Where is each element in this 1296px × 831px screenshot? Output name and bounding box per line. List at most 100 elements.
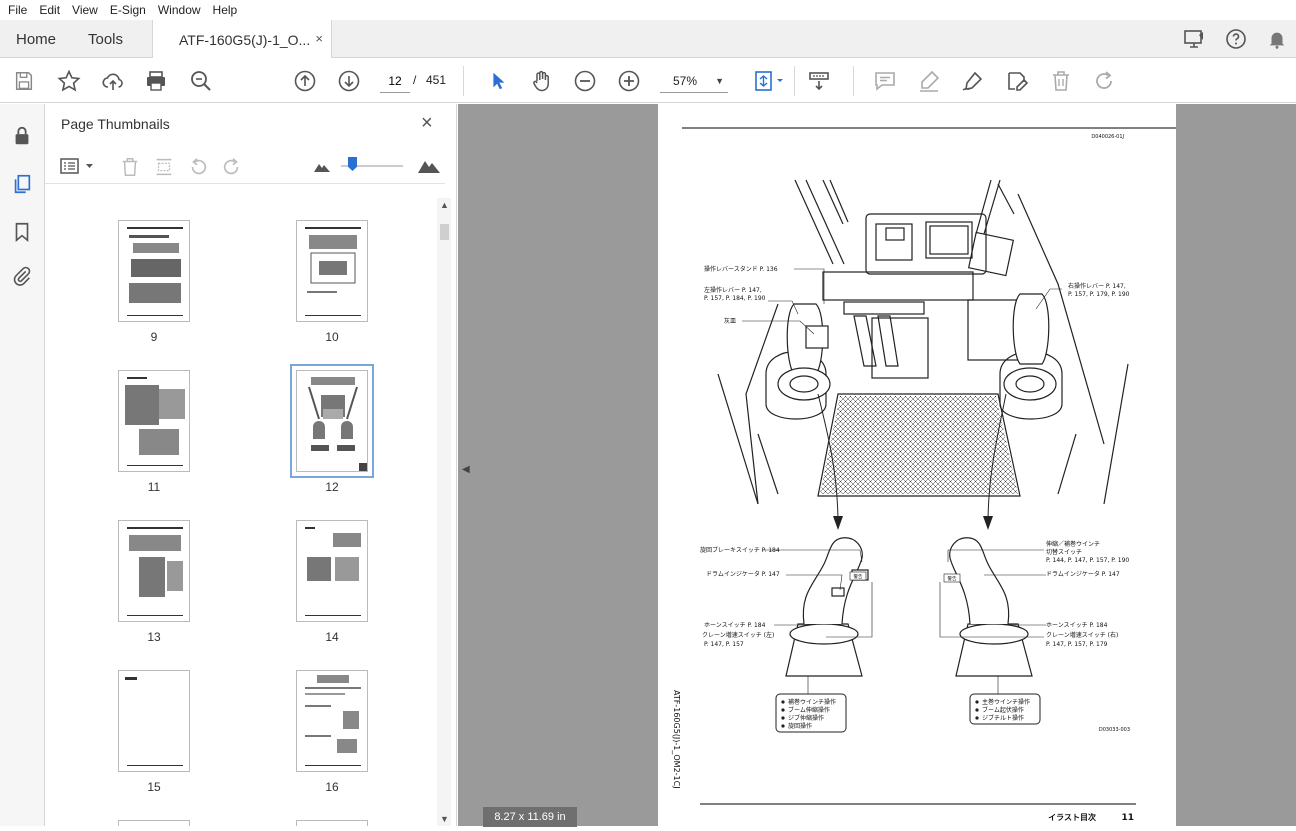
bookmark-icon[interactable] <box>10 220 34 244</box>
tab-bar: Home Tools ATF-160G5(J)-1_O... × <box>0 20 1296 59</box>
zoom-level-value: 57% <box>673 73 698 88</box>
menu-edit[interactable]: Edit <box>33 3 66 17</box>
print-icon[interactable] <box>143 68 169 94</box>
label-drum-right: ドラムインジケータ P. 147 <box>1046 570 1120 578</box>
thumbnail-page-17[interactable] <box>118 820 190 826</box>
toolbar-divider <box>794 66 795 96</box>
right-op-2: ブーム起伏操作 <box>982 706 1024 714</box>
chevron-down-icon: ▼ <box>715 76 724 86</box>
small-thumbnail-mountain-icon[interactable] <box>313 158 331 179</box>
thumbnail-options-icon[interactable] <box>59 156 99 181</box>
label-speed-left-2: P. 147, P. 157 <box>704 641 744 648</box>
tab-close-icon[interactable]: × <box>315 31 323 46</box>
thumbnail-page-12[interactable] <box>290 364 374 478</box>
select-cursor-icon[interactable] <box>485 68 511 94</box>
thumbnail-page-9[interactable] <box>118 220 190 322</box>
next-page-icon[interactable] <box>336 68 362 94</box>
thumbnail-scrollbar[interactable]: ▲ ▼ <box>437 198 451 826</box>
label-speed-left-1: クレーン増速スイッチ (左) <box>702 631 774 639</box>
thumbnail-page-10[interactable] <box>296 220 368 322</box>
extract-page-icon[interactable] <box>153 156 175 183</box>
slider-handle[interactable] <box>348 157 357 171</box>
scrolling-mode-icon[interactable] <box>806 68 832 94</box>
page-size-indicator: 8.27 x 11.69 in <box>483 807 577 827</box>
upload-cloud-icon[interactable] <box>100 68 126 94</box>
hand-pan-icon[interactable] <box>528 68 554 94</box>
panel-title: Page Thumbnails <box>61 116 170 132</box>
label-horn-left: ホーンスイッチ P. 184 <box>704 622 766 629</box>
manual-illustration: D040026-01J 操作レバースタンド P. 136 左操作レバー P. 1… <box>672 127 1176 823</box>
doc-code: D040026-01J <box>1091 134 1124 140</box>
rotate-left-icon[interactable] <box>187 156 209 183</box>
help-icon[interactable] <box>1224 20 1248 58</box>
scroll-down-arrow-icon[interactable]: ▼ <box>440 814 449 824</box>
share-screen-icon[interactable] <box>1182 20 1206 58</box>
page-total: 451 <box>426 73 447 87</box>
thumbnail-label: 15 <box>147 780 161 794</box>
attachment-paperclip-icon[interactable] <box>10 264 34 288</box>
close-panel-icon[interactable]: × <box>421 112 433 135</box>
document-viewer[interactable]: ◀ D040026-01J 操作レバースタンド P. 136 左操作レバー P.… <box>458 104 1296 827</box>
menu-help[interactable]: Help <box>207 3 244 17</box>
page-thumbnails-panel: Page Thumbnails × 9 10 11 12 13 14 15 16 <box>45 104 457 826</box>
right-op-3: ジブチルト操作 <box>982 714 1024 722</box>
bookmark-star-icon[interactable] <box>56 68 82 94</box>
tab-home[interactable]: Home <box>16 20 56 58</box>
figure-code: D03033-003 <box>1099 727 1130 733</box>
footer-page-number: 11 <box>1121 813 1134 823</box>
search-zoom-icon[interactable] <box>188 68 214 94</box>
menu-bar: File Edit View E-Sign Window Help <box>0 0 1296 20</box>
zoom-in-icon[interactable] <box>616 68 642 94</box>
thumbnail-label: 9 <box>150 330 158 344</box>
notification-bell-icon[interactable] <box>1266 20 1288 58</box>
fit-page-icon[interactable] <box>752 68 788 94</box>
menu-window[interactable]: Window <box>152 3 207 17</box>
save-icon[interactable] <box>11 68 37 94</box>
previous-page-icon[interactable] <box>292 68 318 94</box>
left-op-3: ジブ仲縮操作 <box>788 714 824 722</box>
left-navigation-rail <box>0 104 45 826</box>
comment-icon[interactable] <box>872 68 898 94</box>
rotate-right-icon[interactable] <box>221 156 243 183</box>
thumbnail-page-16[interactable] <box>296 670 368 772</box>
delete-icon[interactable] <box>1048 68 1074 94</box>
thumbnail-page-13[interactable] <box>118 520 190 622</box>
menu-view[interactable]: View <box>66 3 104 17</box>
large-thumbnail-mountain-icon[interactable] <box>417 155 441 180</box>
draw-pen-icon[interactable] <box>960 68 986 94</box>
scrollbar-thumb[interactable] <box>440 224 449 240</box>
left-op-2: ブーム伸縮操作 <box>788 706 830 714</box>
label-left-lever-1: 左操作レバー P. 147, <box>704 286 762 294</box>
page-number-input[interactable] <box>380 69 410 93</box>
highlight-pen-icon[interactable] <box>916 68 942 94</box>
tab-tools[interactable]: Tools <box>88 20 123 58</box>
right-op-1: 主巻ウインチ操作 <box>982 698 1030 706</box>
thumbnail-label: 10 <box>325 330 339 344</box>
label-speed-right-2: P. 147, P. 157, P. 179 <box>1046 641 1108 648</box>
redo-icon[interactable] <box>1092 68 1118 94</box>
menu-esign[interactable]: E-Sign <box>104 3 152 17</box>
tab-document[interactable]: ATF-160G5(J)-1_O... × <box>152 20 332 59</box>
menu-file[interactable]: File <box>2 3 33 17</box>
thumbnail-page-15[interactable] <box>118 670 190 772</box>
thumbnail-toolbar <box>45 148 445 184</box>
delete-page-icon[interactable] <box>119 156 141 183</box>
lock-icon[interactable] <box>10 124 34 148</box>
footer-title: イラスト目次 <box>1048 812 1096 822</box>
edit-text-icon[interactable] <box>1004 68 1030 94</box>
thumbnail-label: 12 <box>325 480 339 494</box>
thumbnail-page-11[interactable] <box>118 370 190 472</box>
thumbnail-page-18[interactable] <box>296 820 368 826</box>
collapse-panel-arrow-icon[interactable]: ◀ <box>462 464 470 475</box>
zoom-out-icon[interactable] <box>572 68 598 94</box>
thumbnail-label: 13 <box>147 630 161 644</box>
left-op-1: 補巻ウインチ操作 <box>788 698 836 706</box>
label-left-lever-2: P. 157, P. 184, P. 190 <box>704 295 766 302</box>
thumbnail-page-14[interactable] <box>296 520 368 622</box>
page-thumbnails-icon[interactable] <box>10 172 34 196</box>
zoom-level-select[interactable]: 57% ▼ <box>660 69 728 93</box>
scroll-up-arrow-icon[interactable]: ▲ <box>440 200 449 210</box>
label-horn-right: ホーンスイッチ P. 184 <box>1046 622 1108 629</box>
tab-document-title: ATF-160G5(J)-1_O... <box>179 31 311 48</box>
label-drum-left: ドラムインジケータ P. 147 <box>706 570 780 578</box>
